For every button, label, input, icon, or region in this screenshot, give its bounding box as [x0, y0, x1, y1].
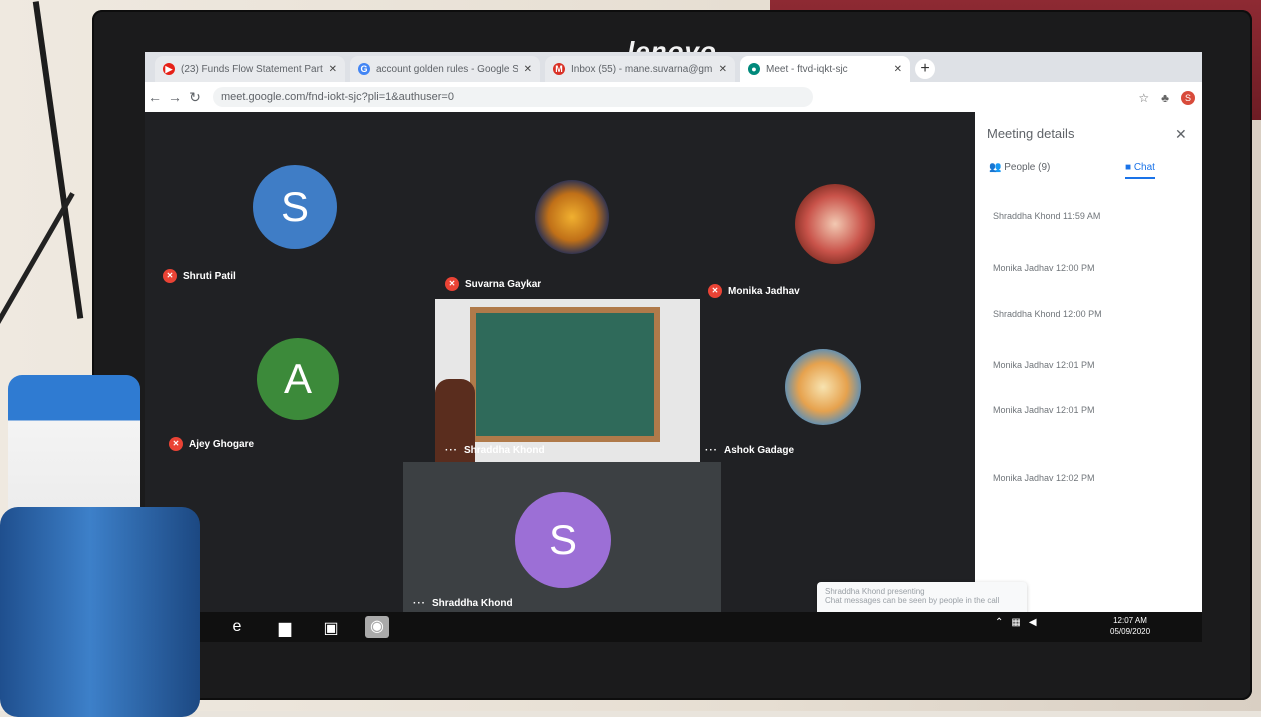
tab-strip: ▶ (23) Funds Flow Statement Part ✕ G acc… — [145, 52, 1202, 82]
chrome-icon[interactable]: ◉ — [365, 616, 389, 638]
network-icon[interactable]: ▦ — [1011, 617, 1020, 628]
avatar — [785, 349, 861, 425]
meet-grid: S ✕ Shruti Patil ✕ Suvarna Gaykar ✕ Moni… — [145, 112, 975, 642]
system-tray: ⌃ ▦ ◀ — [995, 617, 1037, 628]
more-icon: ··· — [705, 445, 718, 456]
volume-icon[interactable]: ◀ — [1029, 617, 1037, 628]
google-icon: G — [358, 63, 370, 75]
clock[interactable]: 12:07 AM 05/09/2020 — [1110, 615, 1150, 637]
close-icon[interactable]: ✕ — [1175, 126, 1187, 143]
close-icon[interactable]: ✕ — [524, 64, 532, 75]
tab-meet[interactable]: ● Meet - ftvd-iqkt-sjc ✕ — [740, 56, 910, 82]
chat-icon: ■ — [1125, 162, 1132, 173]
profile-avatar[interactable]: S — [1181, 91, 1195, 105]
tab-title: Inbox (55) - mane.suvarna@gm — [571, 63, 713, 75]
media-icon[interactable]: ▣ — [321, 618, 341, 637]
mic-off-icon: ✕ — [163, 269, 177, 283]
people-icon: 👥 — [989, 162, 1002, 173]
notification-body: Chat messages can be seen by people in t… — [825, 596, 1000, 605]
chat-message: Monika Jadhav 12:00 PM — [993, 263, 1095, 273]
tab-title: account golden rules - Google S — [376, 63, 518, 75]
address-bar[interactable]: meet.google.com/fnd-iokt-sjc?pli=1&authu… — [213, 87, 813, 107]
file-explorer-icon[interactable]: ▆ — [275, 618, 295, 637]
clock-time: 12:07 AM — [1113, 616, 1147, 625]
tab-chat[interactable]: ■ Chat — [1125, 162, 1155, 179]
more-icon: ··· — [413, 598, 426, 609]
blackboard-frame — [470, 307, 660, 442]
bottle-cap — [8, 375, 140, 515]
tab-youtube[interactable]: ▶ (23) Funds Flow Statement Part ✕ — [155, 56, 345, 82]
presentation-video: ··· Shraddha Khond — [435, 299, 700, 464]
mic-off-icon: ✕ — [708, 284, 722, 298]
clock-date: 05/09/2020 — [1110, 627, 1151, 636]
chevron-up-icon[interactable]: ⌃ — [995, 617, 1003, 628]
blackboard — [476, 313, 654, 436]
tab-title: (23) Funds Flow Statement Part — [181, 63, 323, 75]
close-icon[interactable]: ✕ — [719, 64, 727, 75]
bottle-body — [0, 507, 200, 717]
participant-name: ··· Shraddha Khond — [413, 598, 513, 609]
participant-name: ✕ Suvarna Gaykar — [445, 277, 541, 291]
more-icon: ··· — [445, 445, 458, 456]
extension-icon[interactable]: ♣ — [1161, 91, 1169, 105]
notification-title: Shraddha Khond presenting — [825, 587, 925, 596]
water-bottle — [0, 375, 200, 717]
chat-message: Monika Jadhav 12:01 PM — [993, 360, 1095, 370]
tab-people[interactable]: 👥 People (9) — [989, 162, 1050, 173]
tab-gmail[interactable]: M Inbox (55) - mane.suvarna@gm ✕ — [545, 56, 735, 82]
star-icon[interactable]: ☆ — [1138, 91, 1149, 105]
meeting-details-panel: Meeting details ✕ 👥 People (9) ■ Chat Sh… — [975, 112, 1202, 612]
chat-message: Monika Jadhav 12:02 PM — [993, 473, 1095, 483]
avatar — [795, 184, 875, 264]
close-icon[interactable]: ✕ — [329, 64, 337, 75]
screen: ▶ (23) Funds Flow Statement Part ✕ G acc… — [145, 52, 1202, 642]
forward-icon[interactable]: → — [165, 89, 185, 105]
participant-tile: S ··· Shraddha Khond — [403, 462, 721, 622]
chat-message: Shraddha Khond 11:59 AM — [993, 211, 1101, 221]
reload-icon[interactable]: ↻ — [185, 89, 205, 106]
avatar — [535, 180, 609, 254]
youtube-icon: ▶ — [163, 63, 175, 75]
new-tab-button[interactable]: + — [915, 59, 935, 79]
back-icon[interactable]: ← — [145, 89, 165, 105]
close-icon[interactable]: ✕ — [894, 64, 902, 75]
tab-title: Meet - ftvd-iqkt-sjc — [766, 63, 848, 75]
participant-name: ✕ Shruti Patil — [163, 269, 236, 283]
taskbar: e ▆ ▣ ◉ ⌃ ▦ ◀ 12:07 AM 05/09/2020 — [145, 612, 1202, 642]
participant-name: ··· Shraddha Khond — [445, 445, 545, 456]
meet-icon: ● — [748, 63, 760, 75]
participant-name: ··· Ashok Gadage — [705, 445, 795, 456]
participant-name: ✕ Monika Jadhav — [708, 284, 800, 298]
panel-title: Meeting details — [987, 126, 1075, 141]
mic-off-icon: ✕ — [445, 277, 459, 291]
browser-toolbar: ← → ↻ meet.google.com/fnd-iokt-sjc?pli=1… — [145, 82, 1202, 112]
avatar: S — [253, 165, 337, 249]
gmail-icon: M — [553, 63, 565, 75]
edge-icon[interactable]: e — [227, 618, 247, 636]
avatar: A — [257, 338, 339, 420]
toolbar-extensions: ☆ ♣ S — [1095, 88, 1195, 108]
chat-message: Shraddha Khond 12:00 PM — [993, 309, 1102, 319]
tab-google-search[interactable]: G account golden rules - Google S ✕ — [350, 56, 540, 82]
chat-message: Monika Jadhav 12:01 PM — [993, 405, 1095, 415]
avatar: S — [515, 492, 611, 588]
